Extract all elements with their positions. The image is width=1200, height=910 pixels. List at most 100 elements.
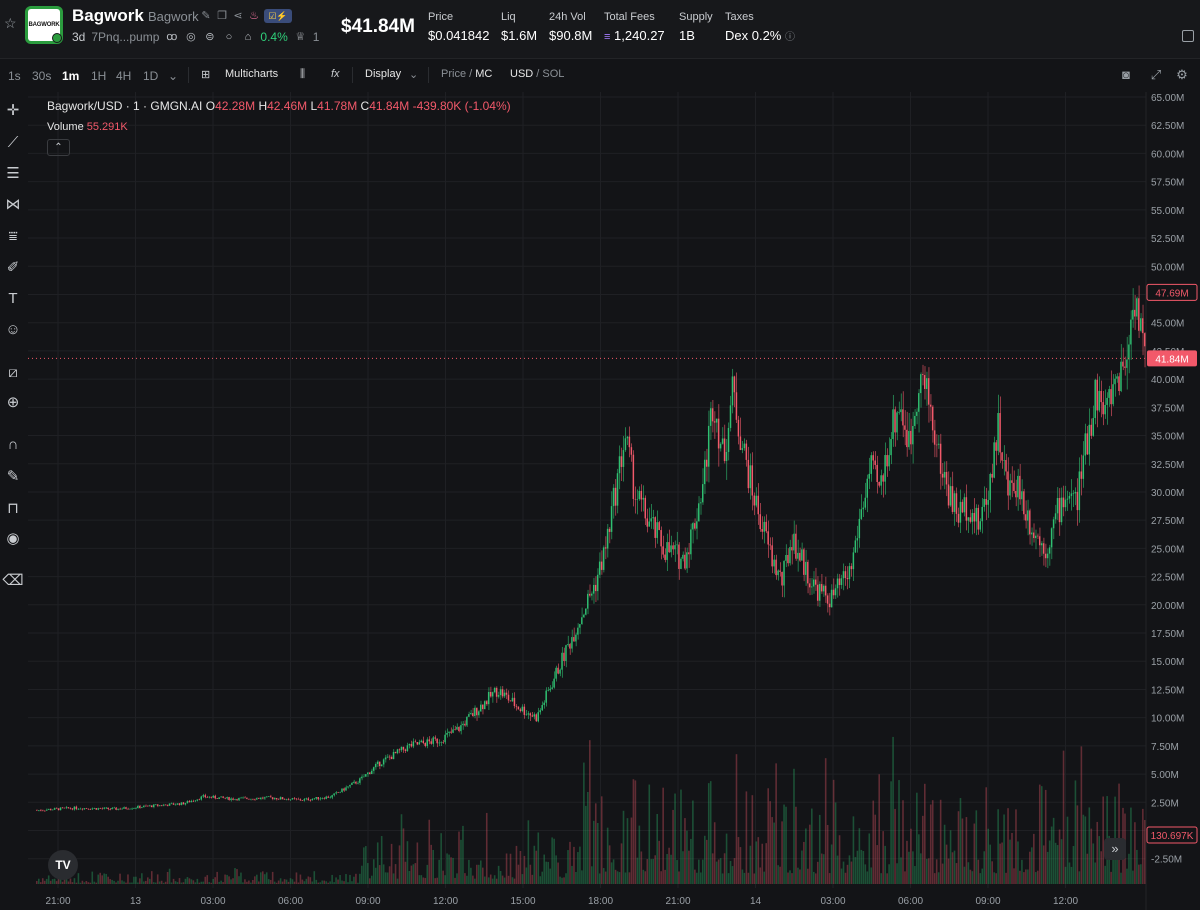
volume-bar: [82, 881, 84, 884]
candle-body: [308, 798, 309, 800]
info-icon[interactable]: ⓘ: [785, 32, 795, 43]
volume-bar: [1079, 871, 1081, 884]
tradingview-logo[interactable]: TV: [48, 850, 78, 880]
candle-body: [363, 777, 364, 778]
candle-body: [246, 798, 247, 799]
volume-bar: [355, 874, 357, 884]
volume-bar: [690, 839, 692, 884]
volume-bar: [434, 878, 436, 884]
share-icon[interactable]: ⋖: [232, 10, 244, 22]
timeframe-dropdown-icon[interactable]: ⌄: [168, 69, 178, 83]
flame-icon[interactable]: ♨: [248, 10, 260, 22]
scroll-to-realtime-icon[interactable]: »: [1104, 838, 1126, 860]
usd-option[interactable]: USD: [510, 68, 533, 80]
candle-body: [300, 799, 301, 800]
collapse-legend-chevron-up-icon[interactable]: ⌃: [47, 139, 70, 156]
panel-toggle-icon[interactable]: [1182, 30, 1194, 42]
candle-body: [1108, 389, 1109, 398]
display-dropdown-icon[interactable]: ⌄: [409, 68, 418, 81]
fib-retracement-icon[interactable]: ⩸: [2, 226, 24, 248]
timeframe-1h[interactable]: 1H: [91, 69, 106, 83]
magnet-icon[interactable]: ∩: [2, 434, 24, 456]
trash-icon[interactable]: ⌫: [2, 570, 24, 592]
function-icon[interactable]: fx: [331, 68, 340, 80]
price-chart[interactable]: 65.00M62.50M60.00M57.50M55.00M52.50M50.0…: [28, 92, 1200, 910]
candle-body: [785, 555, 786, 561]
horizontal-lines-icon[interactable]: ☰: [2, 163, 24, 185]
trend-line-icon[interactable]: ⟋: [2, 132, 24, 154]
emoji-icon[interactable]: ☺: [2, 319, 24, 341]
candle-body: [841, 578, 842, 585]
candle-body: [415, 742, 416, 743]
multicharts-icon[interactable]: ⊞: [201, 68, 210, 81]
zoom-in-icon[interactable]: ⊕: [2, 392, 24, 414]
crosshair-icon[interactable]: ✛: [2, 100, 24, 122]
candle-body: [373, 767, 374, 771]
volume-bar: [1087, 854, 1089, 884]
unlock-icon[interactable]: ⊓: [2, 498, 24, 520]
candle-body: [442, 742, 443, 743]
brush-icon[interactable]: ✐: [2, 257, 24, 279]
timeframe-4h[interactable]: 4H: [116, 69, 131, 83]
price-option[interactable]: Price: [441, 68, 466, 80]
candle-body: [1053, 519, 1054, 528]
candle-body: [383, 759, 384, 764]
candle-body: [244, 798, 245, 799]
pattern-icon[interactable]: ⋈: [2, 194, 24, 216]
text-tool-icon[interactable]: T: [2, 288, 24, 310]
display-button[interactable]: Display: [365, 68, 401, 80]
screenshot-camera-icon[interactable]: ◙: [1118, 67, 1134, 83]
candle-body: [480, 705, 481, 712]
chart-canvas[interactable]: 65.00M62.50M60.00M57.50M55.00M52.50M50.0…: [28, 92, 1200, 910]
candle-body: [278, 799, 279, 800]
favorite-star-icon[interactable]: ☆: [4, 16, 18, 30]
search-icon[interactable]: ○: [222, 31, 235, 44]
stat-label: Supply: [679, 11, 713, 23]
visibility-eye-icon[interactable]: ◉: [2, 528, 24, 550]
mc-option[interactable]: MC: [475, 68, 492, 80]
indicators-candles-icon[interactable]: ⫼: [300, 68, 305, 81]
copy-icon[interactable]: ❐: [216, 10, 228, 22]
volume-bar: [224, 875, 226, 884]
boost-tag-icon[interactable]: ☑⚡: [264, 9, 292, 23]
volume-bar: [631, 818, 633, 884]
timeframe-1m[interactable]: 1m: [62, 69, 79, 83]
candle-body: [1073, 493, 1074, 494]
holders-icon[interactable]: ꝏ: [165, 31, 178, 44]
settings-gear-icon[interactable]: ⚙: [1174, 67, 1190, 83]
volume-bar: [573, 847, 575, 884]
twitter-icon[interactable]: ⊜: [203, 31, 216, 44]
multicharts-button[interactable]: Multicharts: [225, 68, 278, 80]
token-address[interactable]: 7Pnq...pump: [91, 30, 159, 44]
volume-bar: [506, 853, 508, 884]
volume-bar: [896, 863, 898, 884]
candle-body: [815, 580, 816, 585]
website-icon[interactable]: ◎: [184, 31, 197, 44]
volume-bar: [974, 824, 976, 884]
price-mc-toggle[interactable]: Price / MC: [441, 68, 492, 80]
candle-body: [317, 797, 318, 799]
candle-body: [1092, 418, 1093, 436]
timeframe-1s[interactable]: 1s: [8, 69, 21, 83]
fullscreen-icon[interactable]: ⤢: [1148, 67, 1164, 83]
volume-bar: [183, 882, 185, 884]
candle-body: [222, 796, 223, 797]
sol-option[interactable]: SOL: [542, 68, 564, 80]
timeframe-30s[interactable]: 30s: [32, 69, 51, 83]
candle-body: [601, 562, 602, 570]
candle-body: [359, 778, 360, 783]
open-label: O: [206, 99, 215, 113]
volume-bar: [214, 877, 216, 884]
timeframe-1d[interactable]: 1D: [143, 69, 158, 83]
usd-sol-toggle[interactable]: USD / SOL: [510, 68, 564, 80]
volume-bar: [950, 830, 952, 884]
candle-body: [240, 798, 241, 799]
lock-drawing-icon[interactable]: ✎: [2, 466, 24, 488]
edit-icon[interactable]: ✎: [200, 10, 212, 22]
volume-bar: [980, 873, 982, 884]
stat-value: ≡ 1,240.27: [604, 28, 665, 43]
volume-bar: [109, 879, 111, 884]
ruler-icon[interactable]: ⧄: [2, 362, 24, 384]
volume-bar: [916, 793, 918, 884]
candle-body: [1075, 492, 1076, 493]
